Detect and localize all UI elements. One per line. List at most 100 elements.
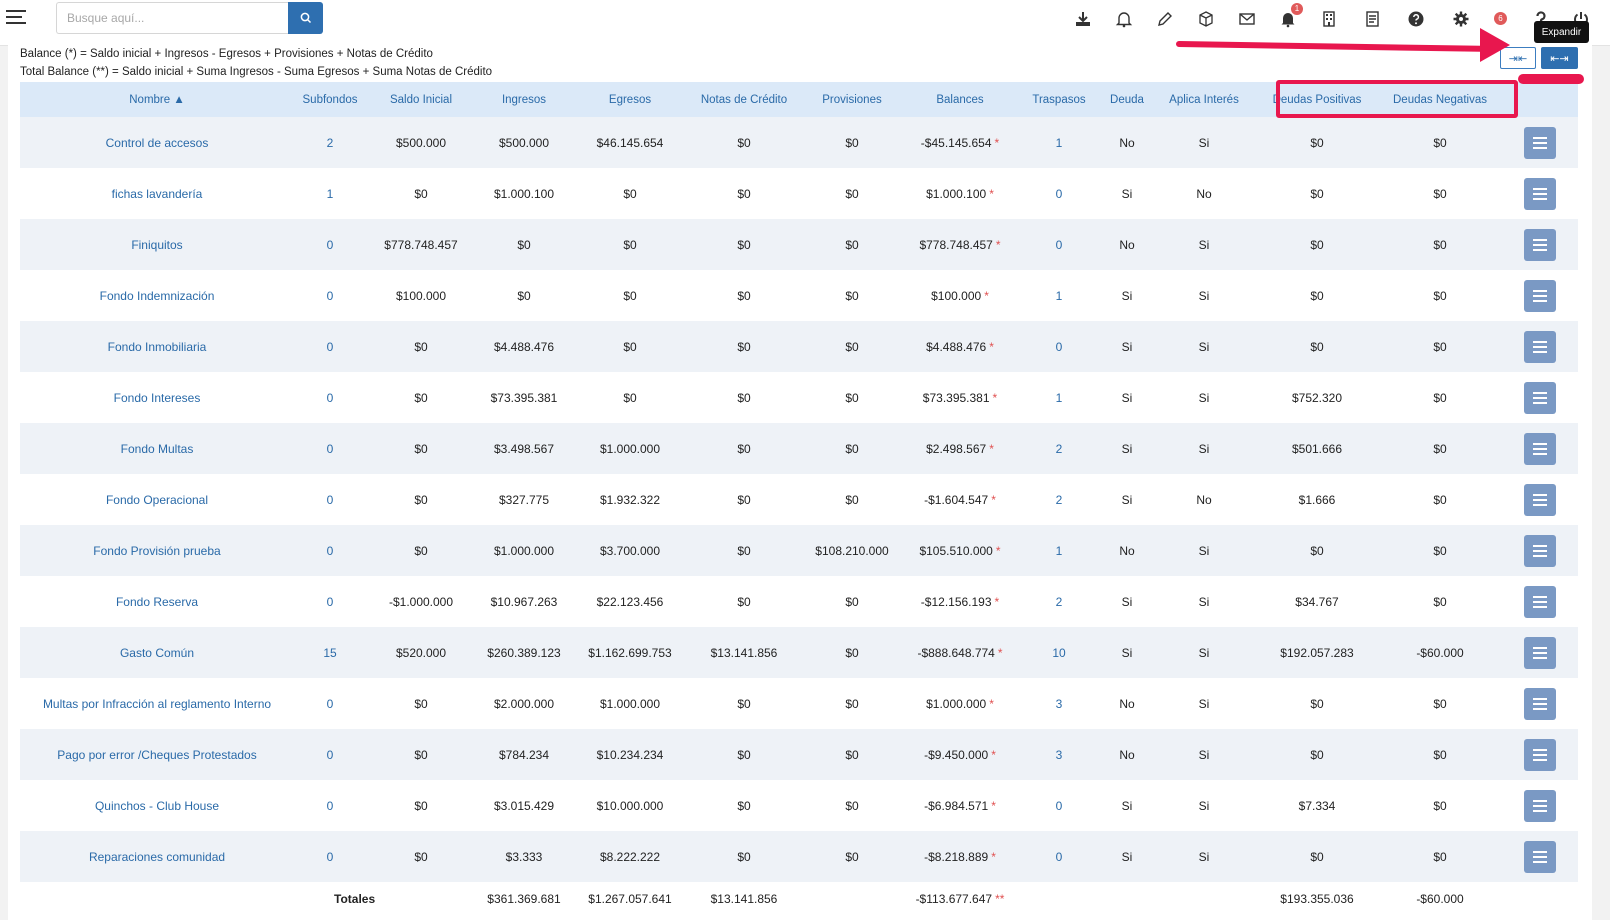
traspasos-count-link[interactable]: 3 <box>1056 697 1063 711</box>
row-actions-menu-button[interactable] <box>1524 279 1556 312</box>
subfondos-count-link[interactable]: 1 <box>327 187 334 201</box>
help-circle-icon[interactable] <box>1405 8 1427 30</box>
traspasos-count-link[interactable]: 10 <box>1052 646 1065 660</box>
traspasos-count-link[interactable]: 0 <box>1056 340 1063 354</box>
saldo-inicial: $0 <box>414 798 428 813</box>
balance: -$1.604.547 <box>924 492 989 507</box>
row-actions-menu-button[interactable] <box>1524 432 1556 465</box>
egresos: $0 <box>623 237 637 252</box>
subfondos-count-link[interactable]: 0 <box>327 799 334 813</box>
traspasos-count-link[interactable]: 2 <box>1056 595 1063 609</box>
row-actions-menu-button[interactable] <box>1524 330 1556 363</box>
subfondos-count-link[interactable]: 0 <box>327 748 334 762</box>
row-actions-menu-button[interactable] <box>1524 789 1556 822</box>
alerts-bell-icon[interactable]: 1 <box>1277 3 1303 30</box>
row-actions-menu-button[interactable] <box>1524 585 1556 618</box>
traspasos-count-link[interactable]: 1 <box>1056 289 1063 303</box>
traspasos-count-link[interactable]: 1 <box>1056 136 1063 150</box>
egresos: $3.700.000 <box>599 543 661 558</box>
traspasos-count-link[interactable]: 1 <box>1056 544 1063 558</box>
saldo-inicial: $0 <box>414 186 428 201</box>
gear-icon[interactable] <box>1450 8 1472 30</box>
fund-name-link[interactable]: Gasto Común <box>120 646 194 660</box>
subfondos-count-link[interactable]: 0 <box>327 544 334 558</box>
subfondos-count-link[interactable]: 0 <box>327 595 334 609</box>
deudas-negativas: $0 <box>1433 288 1447 303</box>
subfondos-count-link[interactable]: 0 <box>327 493 334 507</box>
row-actions-menu-button[interactable] <box>1524 687 1556 720</box>
fund-name-link[interactable]: Pago por error /Cheques Protestados <box>57 748 256 762</box>
total-notas-credito: $13.141.856 <box>688 882 800 916</box>
balance-marker: * <box>984 288 989 303</box>
search-button[interactable] <box>288 2 323 34</box>
traspasos-count-link[interactable]: 2 <box>1056 493 1063 507</box>
deudas-positivas: $0 <box>1310 696 1324 711</box>
annotation-arrow-head <box>1480 28 1510 62</box>
fund-name-link[interactable]: Reparaciones comunidad <box>89 850 225 864</box>
subfondos-count-link[interactable]: 0 <box>327 340 334 354</box>
traspasos-count-link[interactable]: 0 <box>1056 187 1063 201</box>
row-actions-menu-button[interactable] <box>1524 636 1556 669</box>
traspasos-count-link[interactable]: 3 <box>1056 748 1063 762</box>
egresos: $0 <box>623 390 637 405</box>
traspasos-count-link[interactable]: 0 <box>1056 799 1063 813</box>
saldo-inicial: -$1.000.000 <box>388 594 454 609</box>
row-actions-menu-button[interactable] <box>1524 483 1556 516</box>
download-icon[interactable] <box>1072 8 1094 30</box>
subfondos-count-link[interactable]: 15 <box>323 646 336 660</box>
fund-name-link[interactable]: Fondo Provisión prueba <box>93 544 220 558</box>
traspasos-count-link[interactable]: 0 <box>1056 850 1063 864</box>
row-actions-menu-button[interactable] <box>1524 126 1556 159</box>
header-nombre[interactable]: Nombre ▲ <box>20 82 294 117</box>
balance-marker: * <box>992 390 998 405</box>
fund-name-link[interactable]: Fondo Inmobiliaria <box>108 340 207 354</box>
subfondos-count-link[interactable]: 2 <box>327 136 334 150</box>
pencil-icon[interactable] <box>1154 8 1176 30</box>
subfondos-count-link[interactable]: 0 <box>327 238 334 252</box>
ingresos: $1.000.100 <box>493 186 555 201</box>
building-icon[interactable] <box>1318 8 1340 30</box>
fund-name-link[interactable]: Finiquitos <box>131 238 182 252</box>
search-input[interactable] <box>56 2 288 34</box>
total-balance-formula: Total Balance (**) = Saldo inicial + Sum… <box>20 66 493 78</box>
fund-name-link[interactable]: Quinchos - Club House <box>95 799 219 813</box>
provisiones: $0 <box>845 594 859 609</box>
subfondos-count-link[interactable]: 0 <box>327 697 334 711</box>
notas-credito: $0 <box>737 237 751 252</box>
provisiones: $0 <box>845 492 859 507</box>
fund-name-link[interactable]: Control de accesos <box>106 136 209 150</box>
row-actions-menu-button[interactable] <box>1524 534 1556 567</box>
row-actions-menu-button[interactable] <box>1524 381 1556 414</box>
ingresos: $4.488.476 <box>493 339 555 354</box>
deudas-negativas: $0 <box>1433 186 1447 201</box>
subfondos-count-link[interactable]: 0 <box>327 391 334 405</box>
mail-icon[interactable] <box>1236 8 1258 30</box>
subfondos-count-link[interactable]: 0 <box>327 289 334 303</box>
fund-name-link[interactable]: Multas por Infracción al reglamento Inte… <box>43 697 271 711</box>
row-actions-menu-button[interactable] <box>1524 738 1556 771</box>
traspasos-count-link[interactable]: 2 <box>1056 442 1063 456</box>
row-actions-menu-button[interactable] <box>1524 840 1556 873</box>
row-actions-menu-button[interactable] <box>1524 177 1556 210</box>
fund-name-link[interactable]: Fondo Multas <box>121 442 194 456</box>
expand-columns-button[interactable]: ⇤⇥ <box>1541 47 1578 69</box>
traspasos-count-link[interactable]: 1 <box>1056 391 1063 405</box>
fund-name-link[interactable]: Fondo Indemnización <box>100 289 215 303</box>
total-deudas-negativas: -$60.000 <box>1378 882 1502 916</box>
row-actions-menu-button[interactable] <box>1524 228 1556 261</box>
fund-name-link[interactable]: Fondo Operacional <box>106 493 208 507</box>
bell-icon[interactable] <box>1113 8 1135 30</box>
deuda: Si <box>1121 594 1133 609</box>
subfondos-count-link[interactable]: 0 <box>327 850 334 864</box>
document-list-icon[interactable] <box>1362 8 1384 30</box>
subfondos-count-link[interactable]: 0 <box>327 442 334 456</box>
fund-name-link[interactable]: fichas lavandería <box>112 187 203 201</box>
fund-name-link[interactable]: Fondo Intereses <box>114 391 201 405</box>
traspasos-count-link[interactable]: 0 <box>1056 238 1063 252</box>
box-icon[interactable] <box>1195 8 1217 30</box>
menu-icon[interactable] <box>6 10 26 26</box>
balance: $73.395.381 <box>922 390 990 405</box>
total-balances-cell: -$113.677.647 ** <box>904 882 1016 916</box>
user-notification-icon[interactable]: 6 <box>1490 8 1512 30</box>
fund-name-link[interactable]: Fondo Reserva <box>116 595 198 609</box>
